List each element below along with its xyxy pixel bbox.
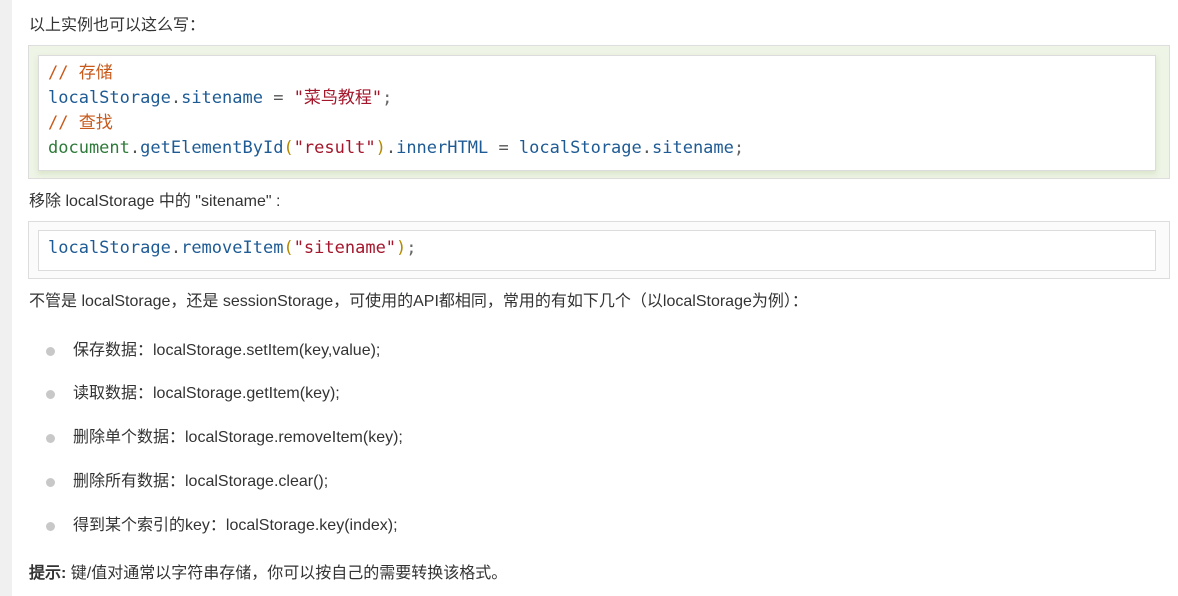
code-method: removeItem (181, 238, 284, 258)
tip-label: 提示: (29, 565, 67, 582)
code-semicolon: ; (733, 138, 745, 158)
page: 以上实例也可以这么写： // 存储 localStorage.sitename … (0, 0, 1178, 596)
code-string: "result" (293, 138, 376, 158)
code-property: sitename (181, 88, 263, 108)
code-string: "菜鸟教程" (293, 88, 383, 108)
bullet-icon (46, 478, 55, 487)
remove-text: 移除 localStorage 中的 "sitename" : (29, 193, 281, 210)
code-string: "sitename" (293, 238, 397, 258)
code-line-remove: localStorage.removeItem("sitename"); (48, 236, 417, 261)
code-semicolon: ; (382, 88, 393, 108)
code-method: getElementById (140, 138, 284, 158)
list-item-text: 删除单个数据：localStorage.removeItem(key); (73, 429, 403, 446)
summary-text: 不管是 localStorage，还是 sessionStorage，可使用的A… (29, 293, 808, 310)
code-dot: . (129, 138, 141, 158)
code-semicolon: ; (406, 238, 417, 258)
list-item-text: 得到某个索引的key：localStorage.key(index); (73, 517, 398, 534)
code-example-inner: // 存储 localStorage.sitename = "菜鸟教程"; //… (38, 55, 1156, 171)
code-dot: . (385, 138, 397, 158)
code-paren: ( (283, 138, 294, 158)
code-identifier: localStorage (518, 138, 642, 158)
code-remove-inner: localStorage.removeItem("sitename"); (38, 230, 1156, 271)
code-identifier: localStorage (48, 88, 171, 108)
code-operator: = (488, 138, 519, 158)
code-example-block: // 存储 localStorage.sitename = "菜鸟教程"; //… (28, 45, 1170, 179)
tip-text: 键/值对通常以字符串存储，你可以按自己的需要转换该格式。 (66, 565, 508, 582)
bullet-icon (46, 390, 55, 399)
code-line-4: document.getElementById("result").innerH… (48, 136, 744, 161)
code-dot: . (170, 88, 182, 108)
code-remove-block: localStorage.removeItem("sitename"); (28, 221, 1170, 279)
code-paren: ) (396, 238, 407, 258)
code-line-2: localStorage.sitename = "菜鸟教程"; (48, 86, 392, 111)
code-comment: // 查找 (48, 113, 113, 133)
code-line-1: // 存储 (48, 61, 113, 86)
code-dot: . (170, 238, 182, 258)
tip-paragraph: 提示: 键/值对通常以字符串存储，你可以按自己的需要转换该格式。 (29, 564, 507, 584)
bullet-icon (46, 347, 55, 356)
code-paren: ) (375, 138, 386, 158)
code-identifier: localStorage (48, 238, 171, 258)
code-property: innerHTML (396, 138, 489, 158)
bullet-icon (46, 522, 55, 531)
code-line-3: // 查找 (48, 111, 113, 136)
code-dot: . (641, 138, 652, 158)
intro-text: 以上实例也可以这么写： (29, 17, 206, 34)
code-identifier: document (48, 138, 130, 158)
code-paren: ( (283, 238, 294, 258)
code-comment: // 存储 (48, 63, 113, 83)
code-operator: = (262, 88, 294, 108)
left-margin-strip (0, 0, 12, 596)
code-property: sitename (652, 138, 734, 158)
bullet-icon (46, 434, 55, 443)
list-item-text: 保存数据：localStorage.setItem(key,value); (73, 342, 381, 359)
list-item-text: 删除所有数据：localStorage.clear(); (73, 473, 329, 490)
list-item-text: 读取数据：localStorage.getItem(key); (73, 385, 340, 402)
